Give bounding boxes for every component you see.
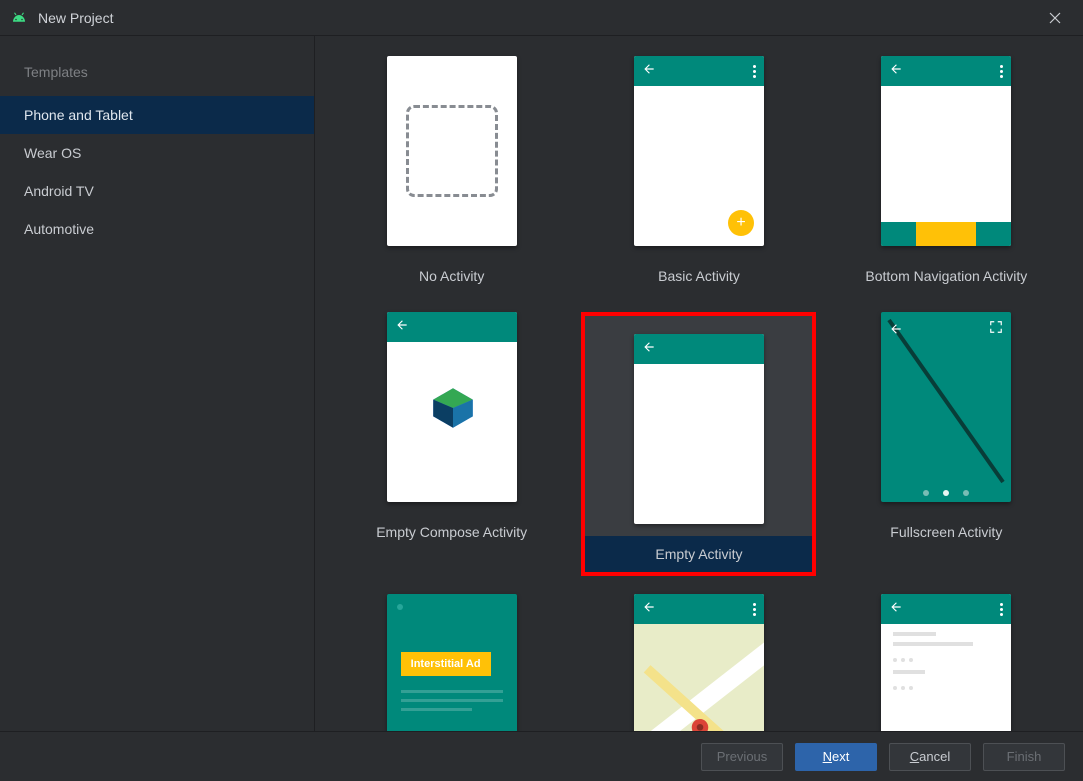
sidebar-item-automotive[interactable]: Automotive: [0, 210, 314, 248]
template-google-maps[interactable]: Google Maps Activity: [581, 594, 816, 731]
template-master-detail[interactable]: Master/Detail Flow: [829, 594, 1064, 731]
finish-button[interactable]: Finish: [983, 743, 1065, 771]
back-arrow-icon: [642, 340, 656, 359]
template-empty-activity[interactable]: Empty Activity: [581, 312, 816, 576]
template-thumb: +: [634, 56, 764, 246]
ad-banner-label: Interstitial Ad: [401, 652, 491, 676]
template-thumb: [881, 594, 1011, 731]
template-thumb: Interstitial Ad: [387, 594, 517, 731]
footer: Previous Next Cancel Finish: [0, 731, 1083, 781]
sidebar-header: Templates: [0, 54, 314, 96]
kebab-menu-icon: [753, 603, 756, 616]
kebab-menu-icon: [1000, 603, 1003, 616]
back-arrow-icon: [889, 322, 903, 341]
back-arrow-icon: [642, 62, 656, 81]
template-thumb: [634, 594, 764, 731]
template-gallery[interactable]: No Activity + Basic Activity Bottom Navi…: [315, 36, 1083, 731]
titlebar: New Project: [0, 0, 1083, 36]
back-arrow-icon: [889, 600, 903, 619]
previous-button[interactable]: Previous: [701, 743, 783, 771]
main-content: Templates Phone and Tablet Wear OS Andro…: [0, 36, 1083, 731]
fab-icon: +: [728, 210, 754, 236]
android-studio-icon: [10, 11, 28, 25]
close-icon: [1049, 12, 1061, 24]
back-arrow-icon: [395, 318, 409, 337]
template-empty-compose[interactable]: Empty Compose Activity: [334, 312, 569, 576]
template-label: Fullscreen Activity: [829, 514, 1064, 550]
template-label: No Activity: [334, 258, 569, 294]
template-label: Bottom Navigation Activity: [829, 258, 1064, 294]
template-thumb: [387, 56, 517, 246]
template-thumb: [634, 334, 764, 524]
template-label: Empty Activity: [585, 536, 812, 572]
dashed-box-icon: [406, 105, 498, 197]
kebab-menu-icon: [1000, 65, 1003, 78]
template-thumb: [881, 56, 1011, 246]
kebab-menu-icon: [753, 65, 756, 78]
sidebar-item-wear-os[interactable]: Wear OS: [0, 134, 314, 172]
template-basic-activity[interactable]: + Basic Activity: [581, 56, 816, 294]
cancel-button[interactable]: Cancel: [889, 743, 971, 771]
back-arrow-icon: [642, 600, 656, 619]
jetpack-compose-icon: [427, 382, 479, 434]
template-bottom-navigation[interactable]: Bottom Navigation Activity: [829, 56, 1064, 294]
template-label: Empty Compose Activity: [334, 514, 569, 550]
template-label: Basic Activity: [581, 258, 816, 294]
template-thumb: [881, 312, 1011, 502]
sidebar: Templates Phone and Tablet Wear OS Andro…: [0, 36, 315, 731]
window-title: New Project: [38, 10, 113, 26]
next-button[interactable]: Next: [795, 743, 877, 771]
pager-dots: [881, 490, 1011, 496]
template-no-activity[interactable]: No Activity: [334, 56, 569, 294]
template-thumb: [387, 312, 517, 502]
sidebar-item-phone-tablet[interactable]: Phone and Tablet: [0, 96, 314, 134]
template-interstitial-ad[interactable]: Interstitial Ad Interstitial Ad: [334, 594, 569, 731]
back-arrow-icon: [889, 62, 903, 81]
template-fullscreen[interactable]: Fullscreen Activity: [829, 312, 1064, 576]
map-pin-icon: [690, 719, 710, 731]
sidebar-item-android-tv[interactable]: Android TV: [0, 172, 314, 210]
close-button[interactable]: [1037, 0, 1073, 36]
expand-icon: [989, 320, 1003, 339]
